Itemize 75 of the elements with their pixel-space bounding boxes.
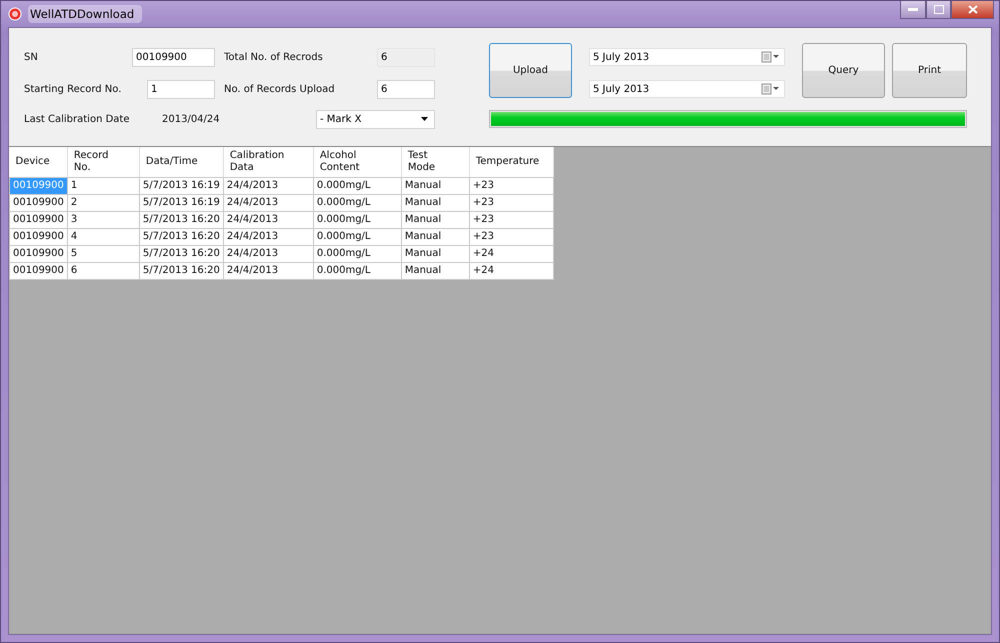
total-records-field: 6 <box>377 48 435 66</box>
table-cell: Manual <box>401 228 470 245</box>
table-cell: 1 <box>67 177 140 194</box>
calendar-dropdown-icon[interactable] <box>761 83 781 95</box>
table-cell: 24/4/2013 <box>223 262 314 279</box>
table-cell: 5/7/2013 16:19 <box>139 194 224 211</box>
table-cell: 4 <box>67 228 140 245</box>
sn-field[interactable]: 00109900 <box>132 48 215 66</box>
date-picker[interactable]: 5 July 2013 <box>589 80 785 98</box>
table-cell: 5/7/2013 16:20 <box>139 228 224 245</box>
table-cell: 5 <box>67 245 140 262</box>
table-cell: 00109900 <box>10 177 68 194</box>
table-cell: 5/7/2013 16:20 <box>139 211 224 228</box>
start-record-field[interactable]: 1 <box>147 80 215 98</box>
records-upload-field[interactable]: 6 <box>377 80 435 98</box>
table-cell: 00109900 <box>10 245 68 262</box>
close-icon <box>968 5 978 14</box>
table-cell: 0.000mg/L <box>313 228 402 245</box>
table-cell: 0.000mg/L <box>313 262 402 279</box>
operator-dropdown[interactable]: - Mark X <box>316 110 435 128</box>
table-cell: +23 <box>469 194 554 211</box>
table-cell: 24/4/2013 <box>223 228 314 245</box>
caret-icon <box>421 117 428 121</box>
table-cell: +24 <box>469 262 554 279</box>
app-icon <box>8 7 22 21</box>
table-cell: 00109900 <box>10 262 68 279</box>
query-button[interactable]: Query <box>802 43 885 98</box>
maximize-button[interactable] <box>926 1 951 19</box>
table-cell: 00109900 <box>10 211 68 228</box>
field-label: SN <box>24 52 39 62</box>
field-label: Total No. of Recrods <box>224 52 324 62</box>
table-cell: 00109900 <box>10 228 68 245</box>
table-cell: Manual <box>401 262 470 279</box>
print-button[interactable]: Print <box>892 43 967 98</box>
table-cell: 24/4/2013 <box>223 211 314 228</box>
table-cell: 0.000mg/L <box>313 194 402 211</box>
table-cell: 0.000mg/L <box>313 177 402 194</box>
column-header[interactable]: Temperature <box>469 147 554 177</box>
table-cell: 0.000mg/L <box>313 211 402 228</box>
field-label: No. of Records Upload <box>224 84 336 94</box>
column-header[interactable]: Calibration Data <box>223 147 314 177</box>
window-title: WellATDDownload <box>28 5 142 23</box>
close-button[interactable] <box>951 1 994 19</box>
table-cell: 5/7/2013 16:19 <box>139 177 224 194</box>
table-cell: Manual <box>401 194 470 211</box>
table-cell: Manual <box>401 245 470 262</box>
column-header[interactable]: Data/Time <box>139 147 224 177</box>
column-header[interactable]: Test Mode <box>401 147 470 177</box>
table-cell: +24 <box>469 245 554 262</box>
table-cell: +23 <box>469 228 554 245</box>
minimize-icon <box>908 8 918 12</box>
table-cell: 2 <box>67 194 140 211</box>
minimize-button[interactable] <box>900 1 926 19</box>
table-cell: 00109900 <box>10 194 68 211</box>
table-cell: Manual <box>401 177 470 194</box>
table-cell: 5/7/2013 16:20 <box>139 245 224 262</box>
table-cell: 24/4/2013 <box>223 194 314 211</box>
field-label: Last Calibration Date <box>24 114 130 124</box>
date-picker[interactable]: 5 July 2013 <box>589 48 785 66</box>
calendar-dropdown-icon[interactable] <box>761 51 781 63</box>
column-header[interactable]: Device <box>10 147 68 177</box>
table-cell: Manual <box>401 211 470 228</box>
table-cell: +23 <box>469 211 554 228</box>
table-cell: 5/7/2013 16:20 <box>139 262 224 279</box>
table-cell: 6 <box>67 262 140 279</box>
table-cell: +23 <box>469 177 554 194</box>
table-cell: 24/4/2013 <box>223 177 314 194</box>
upload-button[interactable]: Upload <box>489 43 572 98</box>
table-cell: 3 <box>67 211 140 228</box>
table-cell: 0.000mg/L <box>313 245 402 262</box>
field-label: Starting Record No. <box>24 84 122 94</box>
table-cell: 24/4/2013 <box>223 245 314 262</box>
column-header[interactable]: Record No. <box>67 147 140 177</box>
maximize-icon <box>934 5 944 14</box>
column-header[interactable]: Alcohol Content <box>313 147 402 177</box>
